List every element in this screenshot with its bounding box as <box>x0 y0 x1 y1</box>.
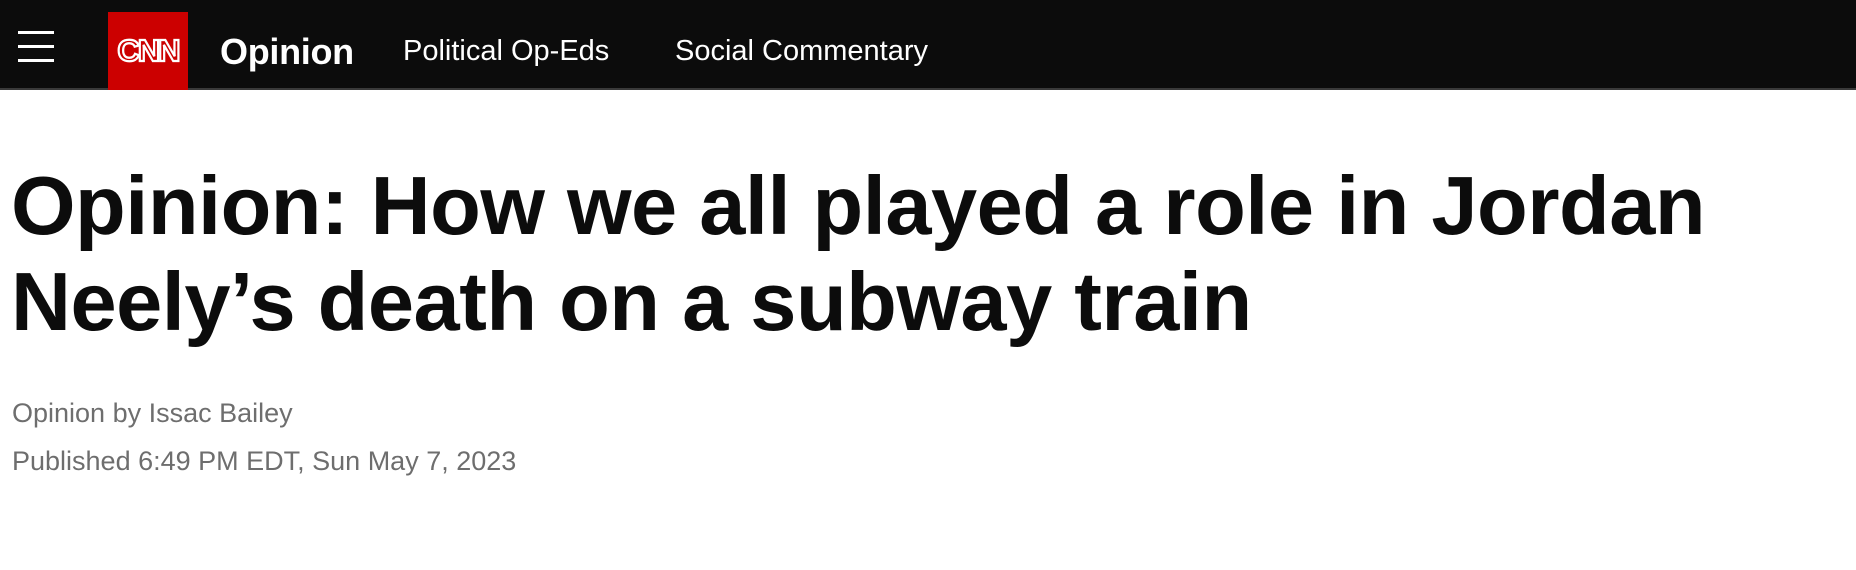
byline: Opinion by Issac Bailey <box>12 398 293 429</box>
publish-timestamp: Published 6:49 PM EDT, Sun May 7, 2023 <box>12 446 517 476</box>
cnn-logo-text: CNN <box>117 33 179 68</box>
nav-link-social-commentary[interactable]: Social Commentary <box>675 0 928 90</box>
cnn-logo[interactable]: CNN <box>108 12 188 90</box>
byline-prefix: Opinion by <box>12 398 142 428</box>
hamburger-menu-icon[interactable] <box>18 31 54 63</box>
top-navigation-bar: CNN Opinion Political Op-Eds Social Comm… <box>0 0 1856 90</box>
section-title[interactable]: Opinion <box>220 0 354 90</box>
nav-link-political-op-eds[interactable]: Political Op-Eds <box>403 0 609 90</box>
article-headline: Opinion: How we all played a role in Jor… <box>11 159 1706 348</box>
cnn-logo-mark: CNN <box>116 32 181 69</box>
author-link[interactable]: Issac Bailey <box>149 398 293 428</box>
